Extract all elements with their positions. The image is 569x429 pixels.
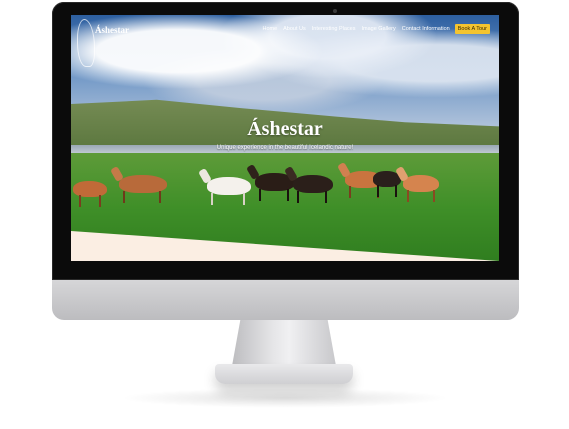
monitor-stand-neck bbox=[232, 320, 336, 366]
horse bbox=[284, 165, 345, 209]
camera-dot bbox=[333, 9, 337, 13]
nav-about-us[interactable]: About Us bbox=[283, 26, 306, 32]
hero-subtitle: Unique experience in the beautiful Icela… bbox=[216, 145, 354, 151]
horse bbox=[395, 165, 447, 209]
site-logo[interactable]: Áshestar bbox=[95, 25, 129, 35]
horse-logo-icon[interactable] bbox=[77, 19, 95, 67]
hero-title: Áshestar bbox=[247, 118, 323, 140]
nav-menu: Home About Us Interesting Places Image G… bbox=[256, 24, 490, 34]
top-nav: Áshestar Home About Us Interesting Place… bbox=[71, 15, 499, 67]
monitor-floor-shadow bbox=[120, 388, 450, 408]
website-screen: Áshestar Home About Us Interesting Place… bbox=[71, 15, 499, 261]
book-a-tour-button[interactable]: Book A Tour bbox=[454, 24, 490, 34]
monitor-chin bbox=[52, 280, 519, 320]
nav-image-gallery[interactable]: Image Gallery bbox=[361, 26, 395, 32]
nav-interesting-places[interactable]: Interesting Places bbox=[312, 26, 356, 32]
horse bbox=[109, 165, 189, 209]
monitor-stand-foot bbox=[215, 364, 353, 384]
nav-contact-information[interactable]: Contact Information bbox=[402, 26, 450, 32]
nav-home[interactable]: Home bbox=[262, 26, 277, 32]
